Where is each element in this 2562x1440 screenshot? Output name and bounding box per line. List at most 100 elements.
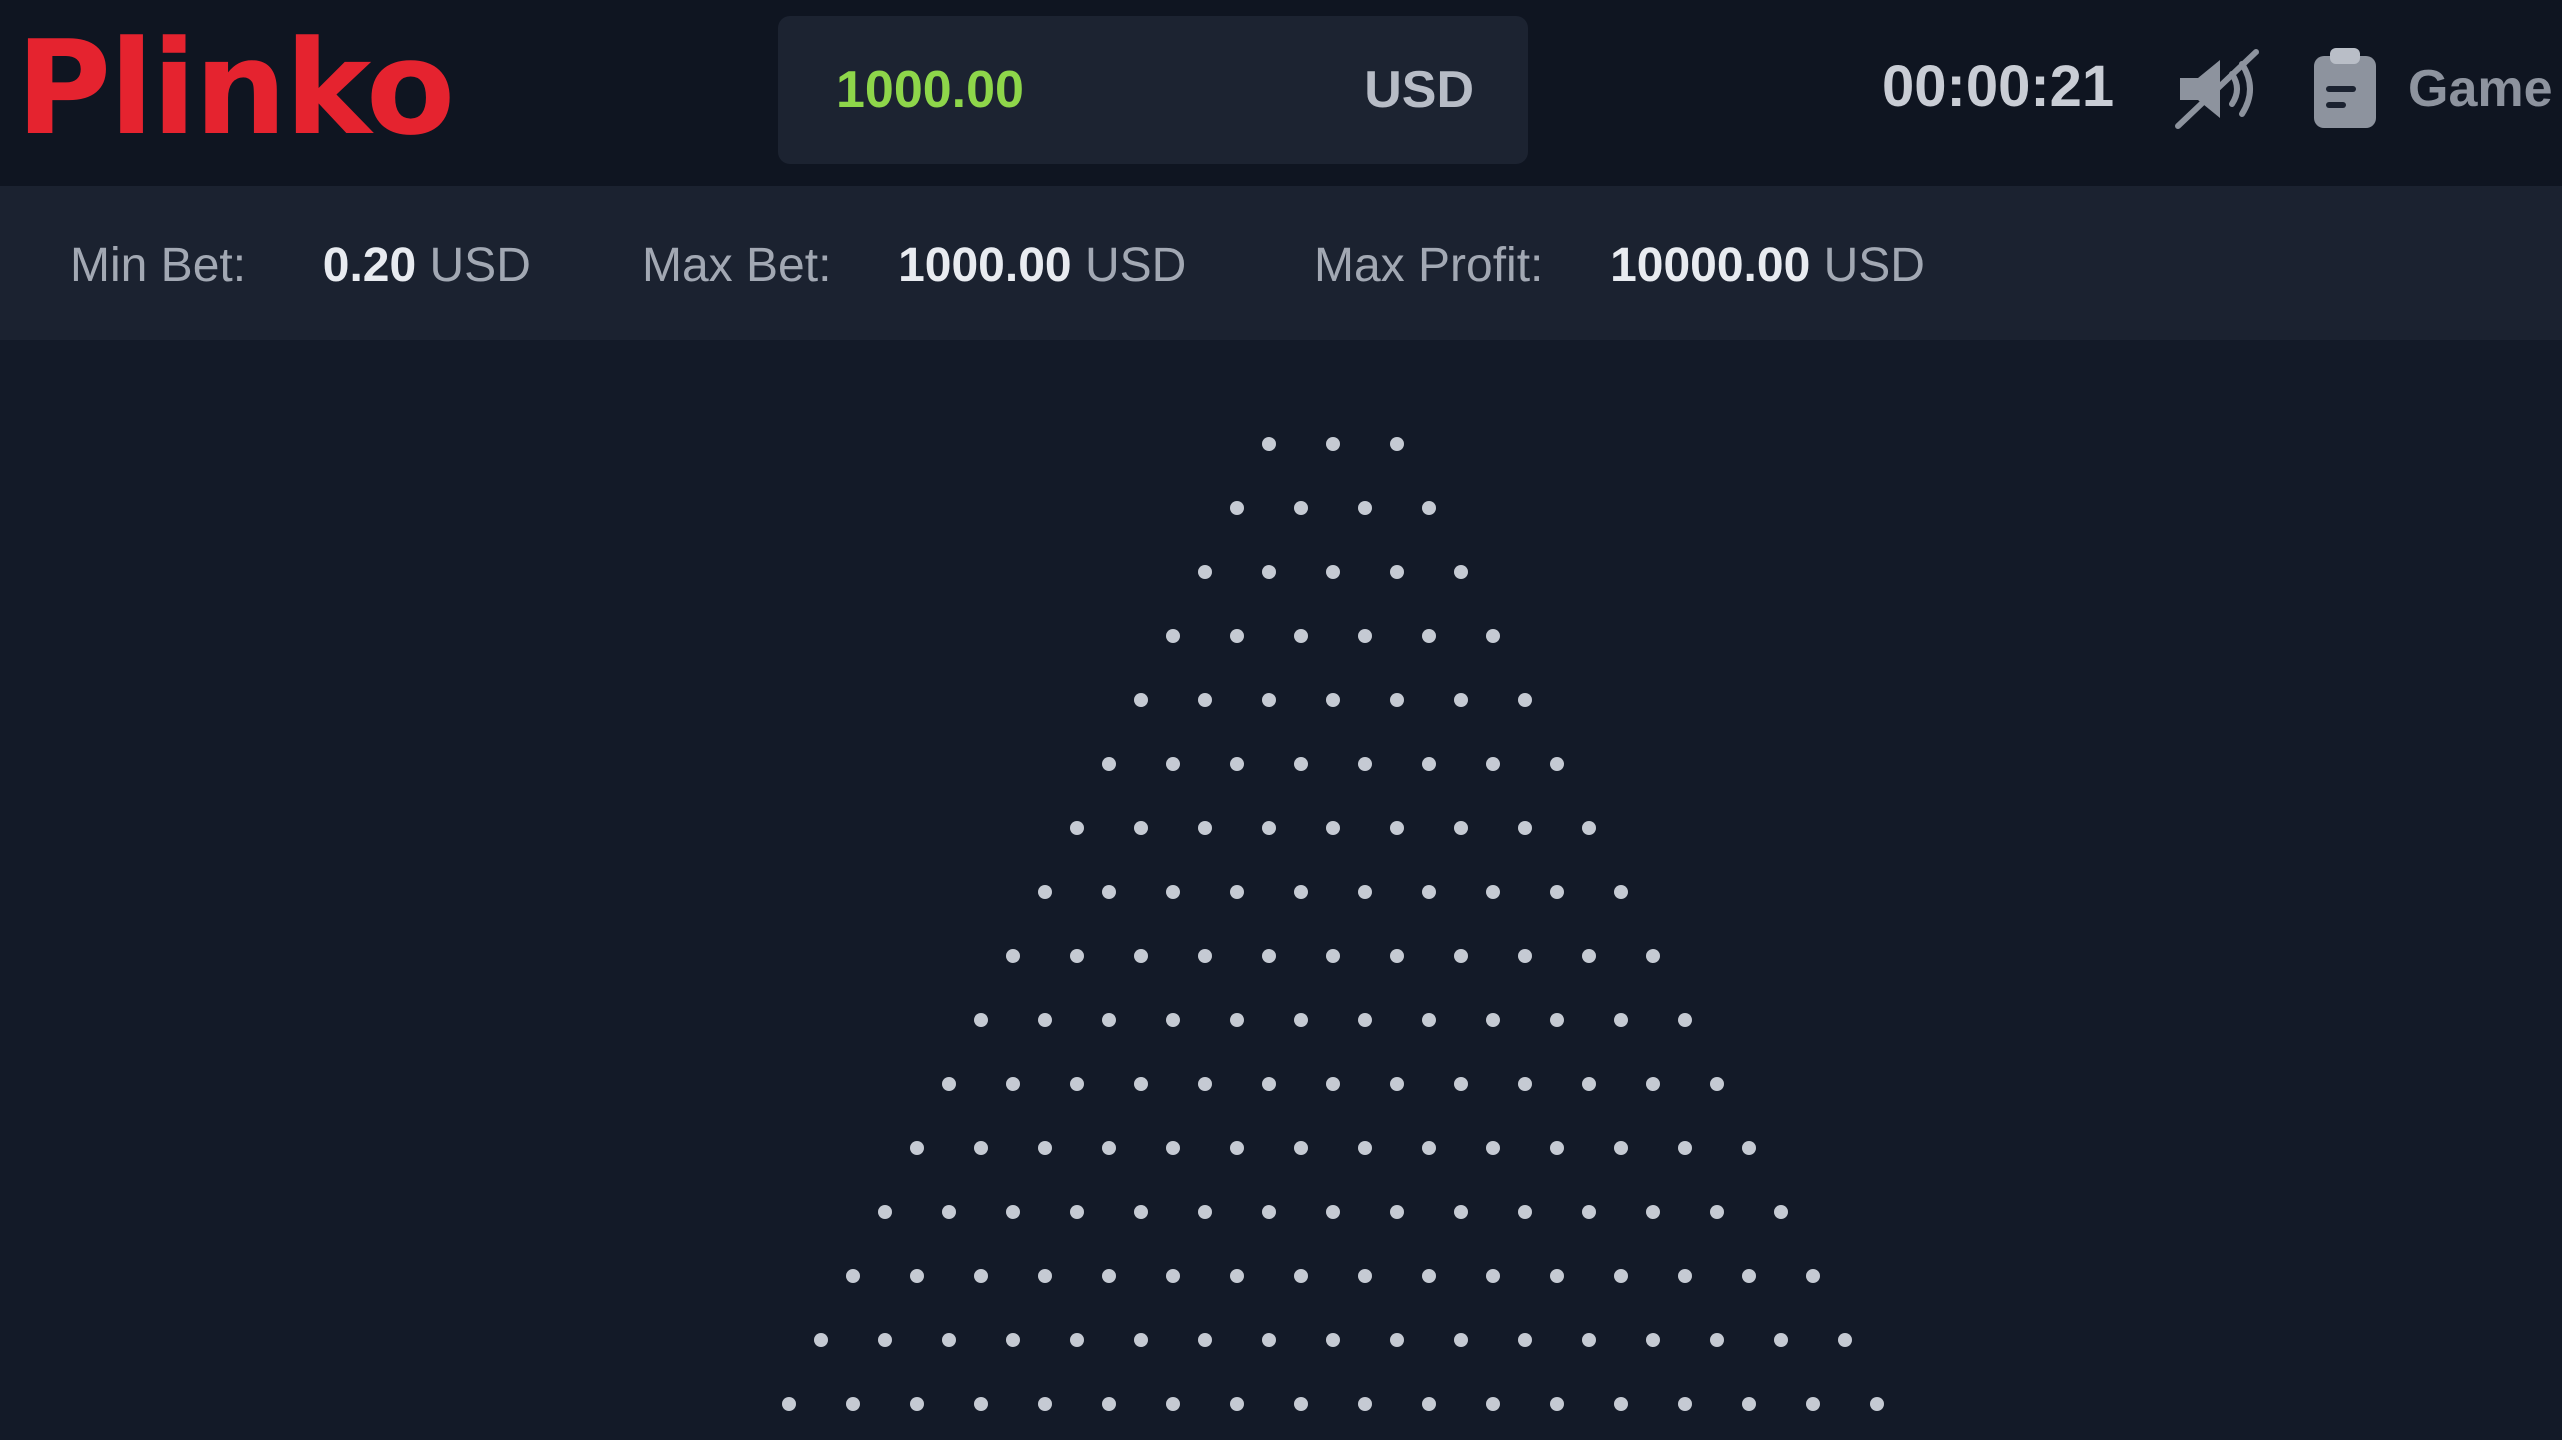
peg [1358, 885, 1372, 899]
peg [1486, 757, 1500, 771]
peg [1038, 1397, 1052, 1411]
peg [1358, 1141, 1372, 1155]
peg [1486, 629, 1500, 643]
max-profit-info: Max Profit: 10000.00 USD [1314, 236, 1925, 296]
peg [1358, 501, 1372, 515]
peg [1326, 821, 1340, 835]
peg [1166, 1141, 1180, 1155]
peg [1518, 1333, 1532, 1347]
peg [846, 1269, 860, 1283]
peg [1134, 693, 1148, 707]
min-bet-label: Min Bet: [70, 239, 247, 292]
session-timer: 00:00:21 [1882, 54, 2115, 119]
peg [1550, 1141, 1564, 1155]
max-profit-value: 10000.00 [1610, 239, 1811, 292]
max-profit-currency: USD [1823, 239, 1925, 292]
peg [1582, 1333, 1596, 1347]
peg [1038, 1013, 1052, 1027]
game-info-button[interactable]: Game [2310, 46, 2553, 132]
peg [1518, 1077, 1532, 1091]
peg [1038, 1269, 1052, 1283]
peg [1294, 885, 1308, 899]
bet-limits-bar: Min Bet: 0.20 USD Max Bet: 1000.00 USD M… [0, 186, 2562, 340]
plinko-logo: Plinko [16, 12, 455, 164]
peg [1326, 437, 1340, 451]
peg [1102, 1013, 1116, 1027]
peg [1198, 1077, 1212, 1091]
peg [1550, 1013, 1564, 1027]
plinko-board [0, 340, 2562, 1440]
peg [1486, 1269, 1500, 1283]
clipboard-icon [2314, 48, 2376, 128]
peg [1038, 1141, 1052, 1155]
max-bet-label: Max Bet: [642, 239, 832, 292]
peg [1102, 1141, 1116, 1155]
peg [974, 1397, 988, 1411]
peg [1294, 1397, 1308, 1411]
peg [1678, 1397, 1692, 1411]
peg [1646, 1333, 1660, 1347]
peg [1326, 1077, 1340, 1091]
peg [1166, 885, 1180, 899]
sound-toggle-button[interactable] [2172, 46, 2264, 132]
peg [1422, 757, 1436, 771]
peg [1390, 949, 1404, 963]
peg [1486, 1397, 1500, 1411]
peg [1198, 949, 1212, 963]
peg [1614, 1013, 1628, 1027]
peg-pyramid [782, 437, 1884, 1411]
peg [1038, 885, 1052, 899]
peg [1262, 821, 1276, 835]
peg [1198, 565, 1212, 579]
peg [1646, 1205, 1660, 1219]
max-bet-value: 1000.00 [898, 239, 1072, 292]
peg [1390, 821, 1404, 835]
peg [1550, 1269, 1564, 1283]
peg [1166, 1013, 1180, 1027]
peg [1230, 1397, 1244, 1411]
peg [910, 1397, 924, 1411]
peg [1646, 949, 1660, 963]
peg [1454, 565, 1468, 579]
peg [1102, 757, 1116, 771]
peg [1102, 885, 1116, 899]
peg [1422, 501, 1436, 515]
peg [1102, 1269, 1116, 1283]
peg [1646, 1077, 1660, 1091]
peg [1422, 1269, 1436, 1283]
peg [1422, 1013, 1436, 1027]
peg [1486, 885, 1500, 899]
peg [1358, 629, 1372, 643]
peg [1422, 1397, 1436, 1411]
peg [1390, 1333, 1404, 1347]
peg [1358, 1269, 1372, 1283]
peg [1230, 757, 1244, 771]
peg [1294, 1269, 1308, 1283]
peg [1774, 1205, 1788, 1219]
peg [1518, 949, 1532, 963]
min-bet-value: 0.20 [322, 239, 417, 292]
peg [1006, 1333, 1020, 1347]
peg [1518, 821, 1532, 835]
peg [1870, 1397, 1884, 1411]
peg [1454, 821, 1468, 835]
peg [1006, 1205, 1020, 1219]
peg [1326, 1333, 1340, 1347]
peg [1102, 1397, 1116, 1411]
peg [782, 1397, 796, 1411]
peg [1134, 949, 1148, 963]
peg [1198, 693, 1212, 707]
peg [974, 1013, 988, 1027]
peg [942, 1333, 956, 1347]
peg [1454, 693, 1468, 707]
peg [1326, 693, 1340, 707]
peg [1198, 821, 1212, 835]
peg [846, 1397, 860, 1411]
peg [1326, 1205, 1340, 1219]
peg [1614, 1269, 1628, 1283]
peg [1454, 949, 1468, 963]
peg [1678, 1013, 1692, 1027]
balance-display: 1000.00 USD [778, 16, 1528, 164]
peg [1390, 1205, 1404, 1219]
peg [1070, 949, 1084, 963]
